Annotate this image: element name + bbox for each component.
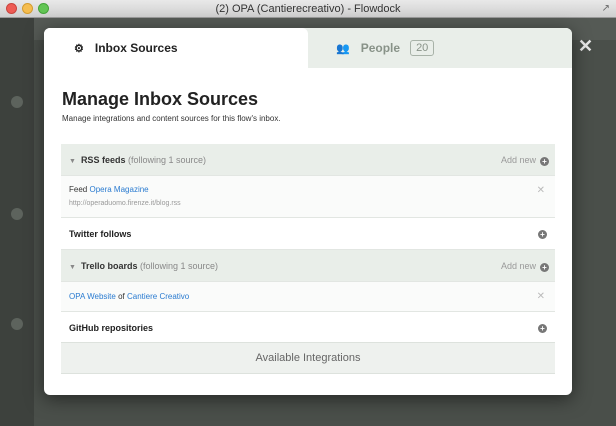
github-section-header[interactable]: GitHub repositories + [61, 312, 555, 344]
github-add-icon[interactable]: + [538, 324, 547, 333]
trello-board-line: OPA Website of Cantiere Creativo [69, 292, 190, 301]
remove-board-icon[interactable]: ✕ [537, 291, 545, 302]
rss-section-header[interactable]: ▼ RSS feeds (following 1 source) Add new + [61, 144, 555, 176]
tab-label: People [360, 41, 401, 55]
remove-feed-icon[interactable]: ✕ [537, 185, 545, 196]
trello-section-title: ▼ Trello boards (following 1 source) [69, 261, 219, 271]
board-link[interactable]: OPA Website [69, 292, 116, 301]
feed-url: http://operaduomo.firenze.it/blog.rss [69, 200, 181, 207]
sources-list: ▼ RSS feeds (following 1 source) Add new +… [61, 144, 555, 344]
twitter-section-header[interactable]: Twitter follows + [61, 218, 555, 250]
twitter-add-icon[interactable]: + [538, 230, 547, 239]
tab-people[interactable]: 👥 People 20 [308, 28, 572, 68]
close-modal-icon[interactable]: ✕ [578, 36, 593, 57]
background-sidebar [0, 18, 34, 426]
trello-section-header[interactable]: ▼ Trello boards (following 1 source) Add … [61, 250, 555, 282]
tab-inbox-sources[interactable]: ⚙ Inbox Sources [44, 28, 308, 68]
modal-tabs: ⚙ Inbox Sources 👥 People 20 [44, 28, 572, 68]
gear-icon: ⚙ [74, 42, 84, 55]
people-count-badge: 20 [410, 40, 435, 56]
feed-name-line: Feed Opera Magazine [69, 185, 149, 194]
feed-link[interactable]: Opera Magazine [89, 185, 148, 194]
inbox-sources-modal: ⚙ Inbox Sources 👥 People 20 Manage Inbox… [44, 28, 572, 395]
background-dot [11, 318, 23, 330]
trello-board-item: OPA Website of Cantiere Creativo ✕ [61, 282, 555, 312]
org-link[interactable]: Cantiere Creativo [127, 292, 189, 301]
background-dot [11, 208, 23, 220]
rss-section-title: ▼ RSS feeds (following 1 source) [69, 155, 207, 165]
plus-icon: + [540, 263, 549, 272]
plus-icon: + [540, 157, 549, 166]
available-integrations-button[interactable]: Available Integrations [61, 342, 555, 374]
caret-down-icon: ▼ [69, 158, 76, 165]
page-subtitle: Manage integrations and content sources … [62, 114, 281, 123]
tab-label: Inbox Sources [94, 41, 178, 55]
github-section-title: GitHub repositories [69, 323, 154, 333]
rss-feed-item: Feed Opera Magazine http://operaduomo.fi… [61, 176, 555, 218]
page-title: Manage Inbox Sources [62, 89, 259, 109]
people-icon: 👥 [336, 42, 350, 55]
twitter-section-title: Twitter follows [69, 229, 132, 239]
fullscreen-icon[interactable]: ↗ [602, 3, 610, 14]
background-dot [11, 96, 23, 108]
rss-add-new-button[interactable]: Add new + [501, 155, 549, 166]
window-titlebar: (2) OPA (Cantierecreativo) - Flowdock ↗ [0, 0, 616, 18]
window-title: (2) OPA (Cantierecreativo) - Flowdock [215, 3, 401, 15]
trello-add-new-button[interactable]: Add new + [501, 261, 549, 272]
caret-down-icon: ▼ [69, 264, 76, 271]
